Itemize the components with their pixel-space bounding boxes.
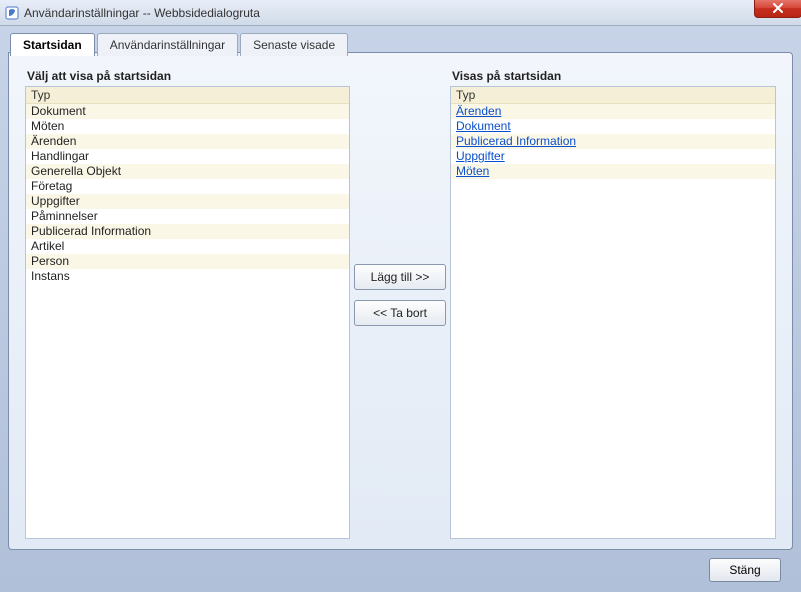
add-button[interactable]: Lägg till >> (354, 264, 446, 290)
list-item[interactable]: Person (26, 254, 349, 269)
available-list[interactable]: Typ DokumentMötenÄrendenHandlingarGenere… (25, 86, 350, 539)
list-item[interactable]: Instans (26, 269, 349, 284)
tab-anvandarinstallningar[interactable]: Användarinställningar (97, 33, 238, 56)
list-item[interactable]: Uppgifter (26, 194, 349, 209)
selected-heading: Visas på startsidan (450, 69, 776, 83)
list-item[interactable]: Företag (26, 179, 349, 194)
tab-panel: Välj att visa på startsidan Typ Dokument… (8, 52, 793, 550)
remove-button[interactable]: << Ta bort (354, 300, 446, 326)
list-item[interactable]: Möten (451, 164, 775, 179)
list-item[interactable]: Publicerad Information (26, 224, 349, 239)
list-item[interactable]: Dokument (451, 119, 775, 134)
tab-startsidan[interactable]: Startsidan (10, 33, 95, 56)
close-dialog-button[interactable]: Stäng (709, 558, 781, 582)
list-item[interactable]: Uppgifter (451, 149, 775, 164)
available-heading: Välj att visa på startsidan (25, 69, 350, 83)
list-item[interactable]: Handlingar (26, 149, 349, 164)
selected-list[interactable]: Typ ÄrendenDokumentPublicerad Informatio… (450, 86, 776, 539)
list-item[interactable]: Publicerad Information (451, 134, 775, 149)
list-item[interactable]: Ärenden (26, 134, 349, 149)
app-icon (4, 5, 20, 21)
list-item[interactable]: Dokument (26, 104, 349, 119)
close-window-button[interactable] (754, 0, 801, 18)
available-column-header: Typ (26, 87, 349, 104)
list-item[interactable]: Möten (26, 119, 349, 134)
list-item[interactable]: Generella Objekt (26, 164, 349, 179)
tab-strip: Startsidan Användarinställningar Senaste… (10, 32, 348, 55)
selected-column-header: Typ (451, 87, 775, 104)
tab-senaste-visade[interactable]: Senaste visade (240, 33, 348, 56)
list-item[interactable]: Påminnelser (26, 209, 349, 224)
list-item[interactable]: Artikel (26, 239, 349, 254)
titlebar: Användarinställningar -- Webbsidedialogr… (0, 0, 801, 26)
list-item[interactable]: Ärenden (451, 104, 775, 119)
window-title: Användarinställningar -- Webbsidedialogr… (24, 6, 260, 20)
